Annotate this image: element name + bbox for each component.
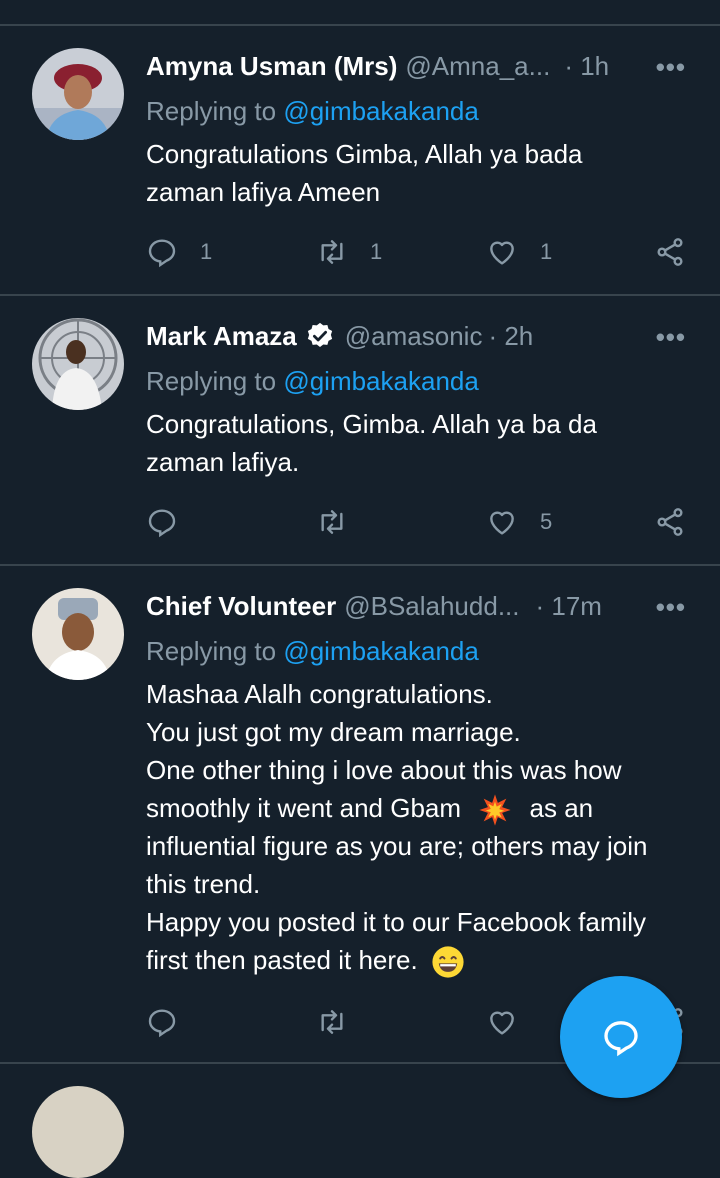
more-options-icon[interactable]: ••• bbox=[656, 52, 686, 83]
text-line: zaman lafiya Ameen bbox=[146, 177, 381, 207]
tweet-text: Congratulations Gimba, Allah ya bada zam… bbox=[146, 135, 696, 211]
more-options-icon[interactable]: ••• bbox=[656, 592, 686, 623]
author-handle[interactable]: @Amna_a... bbox=[405, 51, 550, 82]
more-options-icon[interactable]: ••• bbox=[656, 322, 686, 353]
author-handle[interactable]: @BSalahudd... bbox=[344, 591, 519, 622]
timestamp[interactable]: · 1h bbox=[564, 51, 609, 82]
text-line: Congratulations, Gimba. Allah ya ba da bbox=[146, 409, 597, 439]
text-line: smoothly it went and Gbam as an bbox=[146, 789, 696, 827]
verified-badge-icon bbox=[307, 322, 332, 347]
share-icon bbox=[657, 238, 683, 266]
collision-emoji-icon bbox=[479, 794, 511, 826]
retweet-count: 1 bbox=[370, 239, 383, 264]
retweet-icon bbox=[321, 1010, 343, 1034]
avatar[interactable] bbox=[32, 48, 124, 140]
text-line: You just got my dream marriage. bbox=[146, 717, 521, 747]
mention-link[interactable]: @gimbakakanda bbox=[283, 366, 479, 396]
text-line: zaman lafiya. bbox=[146, 447, 300, 477]
reply-compose-icon bbox=[604, 1021, 638, 1057]
mention-link[interactable]: @gimbakakanda bbox=[283, 636, 479, 666]
tweet-header: Amyna Usman (Mrs) @Amna_a... · 1h bbox=[146, 48, 690, 84]
like-button[interactable]: 5 bbox=[486, 502, 552, 542]
text-line: One other thing i love about this was ho… bbox=[146, 755, 622, 785]
author-handle[interactable]: @amasonic bbox=[345, 321, 483, 352]
tweet-reply[interactable]: Amyna Usman (Mrs) @Amna_a... · 1h ••• Re… bbox=[0, 26, 720, 294]
heart-icon bbox=[490, 241, 514, 265]
avatar[interactable] bbox=[32, 1086, 124, 1178]
like-button[interactable]: 1 bbox=[486, 232, 552, 272]
tweet-header: Chief Volunteer @BSalahudd... · 17m bbox=[146, 588, 690, 624]
heart-icon bbox=[490, 1011, 514, 1035]
compose-reply-button[interactable] bbox=[560, 976, 682, 1098]
share-button[interactable] bbox=[654, 232, 686, 272]
reply-icon bbox=[148, 239, 176, 268]
tweet-header: Mark Amaza @amasonic · 2h bbox=[146, 318, 690, 354]
text-segment: as an bbox=[529, 793, 594, 823]
replying-to: Replying to @gimbakakanda bbox=[146, 96, 479, 127]
mention-link[interactable]: @gimbakakanda bbox=[283, 96, 479, 126]
retweet-button[interactable]: 1 bbox=[316, 232, 382, 272]
author-name[interactable]: Amyna Usman (Mrs) bbox=[146, 51, 397, 82]
share-icon bbox=[657, 508, 683, 536]
like-count: 1 bbox=[540, 239, 553, 264]
like-count: 5 bbox=[540, 509, 553, 534]
reply-icon bbox=[148, 1009, 176, 1038]
replying-to: Replying to @gimbakakanda bbox=[146, 636, 479, 667]
timestamp[interactable]: · 17m bbox=[536, 591, 602, 622]
timestamp[interactable]: · 2h bbox=[488, 321, 533, 352]
replying-label: Replying to bbox=[146, 636, 277, 666]
tweet-text: Mashaa Alalh congratulations. You just g… bbox=[146, 675, 696, 979]
retweet-button[interactable] bbox=[316, 1002, 348, 1042]
text-line: Mashaa Alalh congratulations. bbox=[146, 679, 493, 709]
grinning-face-emoji-icon bbox=[432, 946, 464, 978]
avatar[interactable] bbox=[32, 318, 124, 410]
reply-icon bbox=[148, 509, 176, 538]
author-name[interactable]: Chief Volunteer bbox=[146, 591, 336, 622]
text-line: Congratulations Gimba, Allah ya bada bbox=[146, 139, 583, 169]
replying-to: Replying to @gimbakakanda bbox=[146, 366, 479, 397]
reply-button[interactable]: 1 bbox=[146, 232, 212, 272]
avatar[interactable] bbox=[32, 588, 124, 680]
reply-count: 1 bbox=[200, 239, 213, 264]
action-bar: 1 1 1 bbox=[146, 232, 696, 272]
reply-button[interactable] bbox=[146, 1002, 178, 1042]
replying-label: Replying to bbox=[146, 366, 277, 396]
heart-icon bbox=[490, 511, 514, 535]
tweet-text: Congratulations, Gimba. Allah ya ba da z… bbox=[146, 405, 696, 481]
action-bar: 5 bbox=[146, 502, 696, 542]
reply-button[interactable] bbox=[146, 502, 178, 542]
text-line: influential figure as you are; others ma… bbox=[146, 831, 648, 862]
tweet-reply[interactable]: Mark Amaza @amasonic · 2h ••• Replying t… bbox=[0, 296, 720, 564]
retweet-icon bbox=[321, 240, 343, 264]
retweet-button[interactable] bbox=[316, 502, 348, 542]
replying-label: Replying to bbox=[146, 96, 277, 126]
text-line: first then pasted it here. bbox=[146, 941, 696, 979]
share-button[interactable] bbox=[654, 502, 686, 542]
text-segment: first then pasted it here. bbox=[146, 945, 418, 976]
like-button[interactable] bbox=[486, 1002, 518, 1042]
text-segment: smoothly it went and Gbam bbox=[146, 793, 462, 823]
text-line: Happy you posted it to our Facebook fami… bbox=[146, 907, 647, 938]
retweet-icon bbox=[321, 510, 343, 534]
author-name[interactable]: Mark Amaza bbox=[146, 321, 297, 352]
text-line: this trend. bbox=[146, 869, 261, 900]
